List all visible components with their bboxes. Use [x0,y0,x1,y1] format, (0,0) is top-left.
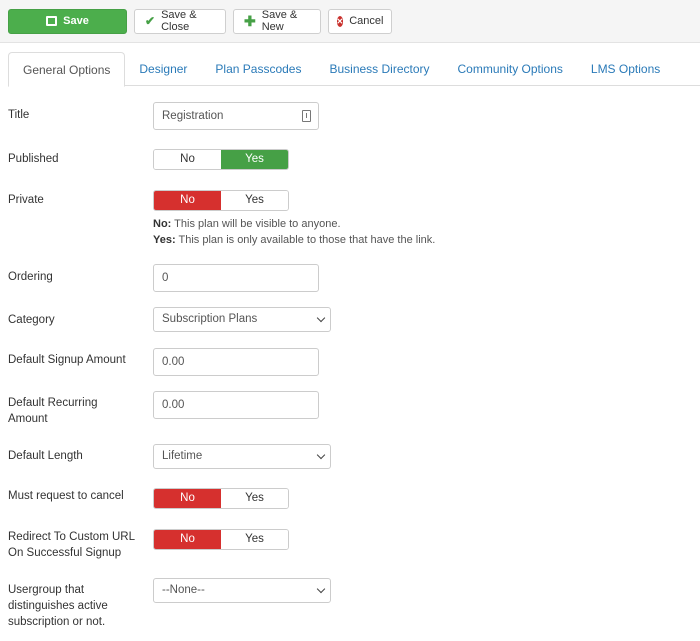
published-yes-option[interactable]: Yes [221,150,288,169]
private-label: Private [8,194,44,206]
title-label: Title [8,109,30,121]
signup-amount-row: Default Signup Amount 0.00 [0,348,700,376]
must-cancel-toggle: No Yes [153,488,289,509]
cancel-icon: ✕ [336,15,344,27]
cancel-button[interactable]: ✕ Cancel [328,8,392,34]
signup-amount-input[interactable]: 0.00 [153,348,319,376]
signup-amount-value: 0.00 [162,356,185,368]
help-no-label: No: [153,218,172,230]
tab-plan-passcodes[interactable]: Plan Passcodes [201,52,315,86]
recurring-amount-row: Default Recurring Amount 0.00 [0,391,700,425]
category-row: Category Subscription Plans [0,307,700,332]
usergroup-row: Usergroup that distinguishes active subs… [0,578,700,628]
ordering-input[interactable]: 0 [153,264,319,292]
ordering-label: Ordering [8,271,53,283]
tab-bar: General Options Designer Plan Passcodes … [8,52,700,87]
edit-icon [46,16,58,26]
tab-business-directory[interactable]: Business Directory [315,52,443,86]
private-toggle: No Yes [153,190,289,211]
private-yes-option[interactable]: Yes [221,191,288,210]
must-cancel-label: Must request to cancel [8,490,124,502]
cancel-label: Cancel [349,15,384,27]
help-yes-text: This plan is only available to those tha… [175,234,436,246]
save-new-label: Save & New [261,9,298,33]
redirect-label: Redirect To Custom URL On Successful Sig… [8,531,135,559]
length-select[interactable]: Lifetime [153,444,331,469]
published-toggle: No Yes [153,149,289,170]
plus-icon: ✚ [244,13,256,29]
usergroup-label: Usergroup that distinguishes active subs… [8,584,108,628]
tab-designer[interactable]: Designer [125,52,201,86]
redirect-toggle: No Yes [153,529,289,550]
tab-lms-options[interactable]: LMS Options [577,52,674,86]
private-no-option[interactable]: No [154,191,221,210]
private-help: No: This plan will be visible to anyone.… [153,216,435,248]
must-cancel-no-option[interactable]: No [154,489,221,508]
usergroup-value: --None-- [162,584,205,596]
keyboard-icon[interactable] [302,110,311,122]
chevron-down-icon [316,450,326,460]
published-no-option[interactable]: No [154,150,221,169]
category-select[interactable]: Subscription Plans [153,307,331,332]
chevron-down-icon [316,584,326,594]
tab-general-options[interactable]: General Options [8,52,126,87]
save-close-label: Save & Close [161,9,197,33]
must-cancel-yes-option[interactable]: Yes [221,489,288,508]
title-value: Registration [162,110,224,122]
signup-amount-label: Default Signup Amount [8,354,126,366]
save-label: Save [63,15,89,27]
length-row: Default Length Lifetime [0,444,700,469]
recurring-amount-label: Default Recurring Amount [8,397,98,425]
ordering-row: Ordering 0 [0,264,700,292]
ordering-value: 0 [162,272,169,284]
published-label: Published [8,153,59,165]
recurring-amount-value: 0.00 [162,399,185,411]
help-yes-label: Yes: [153,234,176,246]
redirect-no-option[interactable]: No [154,530,221,549]
usergroup-select[interactable]: --None-- [153,578,331,603]
length-label: Default Length [8,450,83,462]
toolbar: Save ✔ Save & Close ✚ Save & New ✕ Cance… [0,0,700,43]
redirect-yes-option[interactable]: Yes [221,530,288,549]
title-input[interactable]: Registration [153,102,319,130]
category-label: Category [8,314,55,326]
tab-community-options[interactable]: Community Options [444,52,577,86]
length-value: Lifetime [162,450,203,462]
chevron-down-icon [316,313,326,323]
recurring-amount-input[interactable]: 0.00 [153,391,319,419]
check-icon: ✔ [145,14,156,28]
save-new-button[interactable]: ✚ Save & New [233,8,321,34]
save-close-button[interactable]: ✔ Save & Close [134,8,226,34]
title-row: Title Registration [0,102,700,130]
help-no-text: This plan will be visible to anyone. [171,218,341,230]
category-value: Subscription Plans [162,313,258,325]
save-button[interactable]: Save [8,8,127,34]
